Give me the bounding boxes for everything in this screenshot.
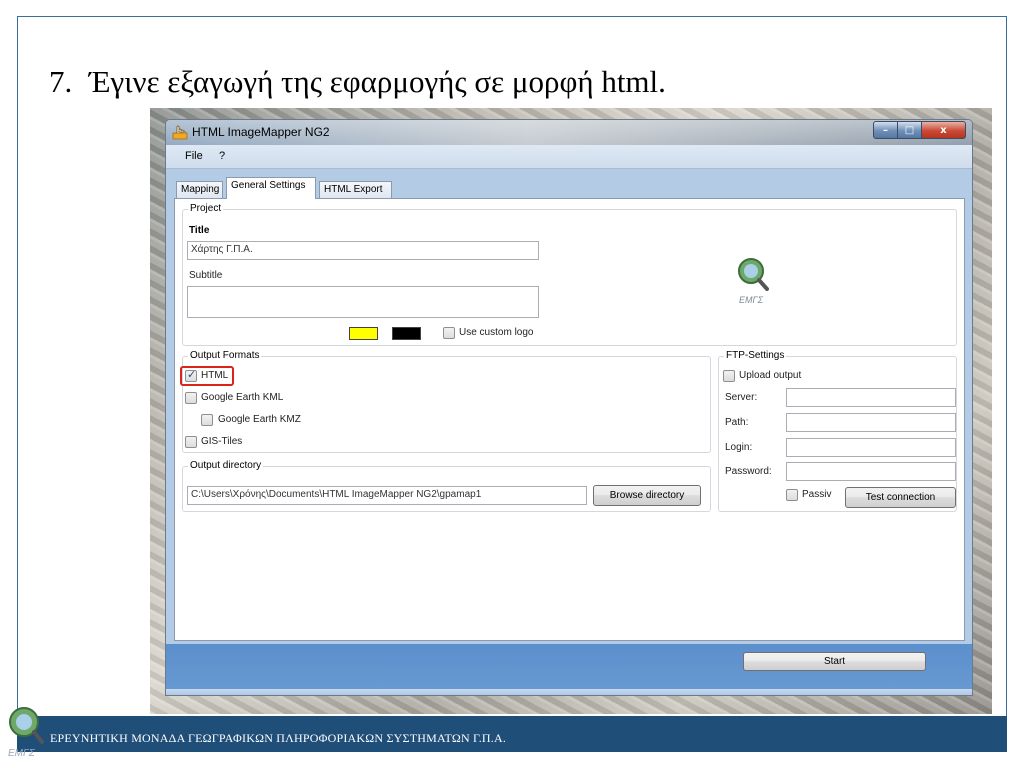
output-directory-input[interactable]: C:\Users\Χρόνης\Documents\HTML ImageMapp… <box>187 486 587 505</box>
menu-help[interactable]: ? <box>219 150 225 162</box>
emgs-logo-icon: ΕΜΓΣ <box>738 258 769 305</box>
subtitle-label: Subtitle <box>189 270 223 281</box>
tab-mapping[interactable]: Mapping <box>176 181 223 198</box>
kml-label: Google Earth KML <box>201 392 284 403</box>
window-title: HTML ImageMapper NG2 <box>192 125 330 139</box>
kml-checkbox[interactable] <box>185 392 197 404</box>
client-area: Mapping General Settings HTML Export Pro… <box>166 169 972 695</box>
output-formats-title: Output Formats <box>188 350 262 361</box>
app-window: HTML ImageMapper NG2 – □ x File ? Mappin… <box>165 119 973 696</box>
project-group: Project Title Χάρτης Γ.Π.Α. Subtitle Use… <box>182 203 957 346</box>
svg-text:ΕΜΓΣ: ΕΜΓΣ <box>739 295 764 305</box>
server-input[interactable] <box>786 388 956 407</box>
title-color-swatch[interactable] <box>349 327 378 340</box>
emgs-footer-logo-icon: ΕΜΓΣ <box>8 707 44 759</box>
output-directory-title: Output directory <box>188 460 264 471</box>
tab-html-export[interactable]: HTML Export <box>319 181 392 198</box>
gis-tiles-checkbox[interactable] <box>185 436 197 448</box>
server-label: Server: <box>725 392 758 403</box>
gis-tiles-label: GIS-Tiles <box>201 436 243 447</box>
test-connection-button[interactable]: Test connection <box>845 487 956 508</box>
slide-heading: 7. Έγινε εξαγωγή της εφαρμογής σε μορφή h… <box>49 64 666 100</box>
login-label: Login: <box>725 442 753 453</box>
status-bar <box>166 689 972 695</box>
start-button[interactable]: Start <box>743 652 926 671</box>
heading-number: 7. <box>49 64 73 99</box>
output-directory-group: Output directory C:\Users\Χρόνης\Documen… <box>182 460 711 512</box>
subtitle-input[interactable] <box>187 286 539 318</box>
kmz-label: Google Earth KMZ <box>218 414 301 425</box>
menu-bar: File ? <box>166 145 972 169</box>
title-input[interactable]: Χάρτης Γ.Π.Α. <box>187 241 539 260</box>
title-bar[interactable]: HTML ImageMapper NG2 – □ x <box>166 120 972 145</box>
passiv-checkbox[interactable] <box>786 489 798 501</box>
html-checkbox[interactable] <box>185 368 197 382</box>
password-label: Password: <box>725 466 772 477</box>
footer-text: ΕΡΕΥΝΗΤΙΚΗ ΜΟΝΑΔΑ ΓΕΩΓΡΑΦΙΚΩΝ ΠΛΗΡΟΦΟΡΙΑ… <box>50 731 507 745</box>
path-label: Path: <box>725 417 749 428</box>
close-button[interactable]: x <box>922 121 966 139</box>
ftp-settings-title: FTP-Settings <box>724 350 787 361</box>
maximize-button[interactable]: □ <box>898 121 922 139</box>
browse-directory-button[interactable]: Browse directory <box>593 485 701 506</box>
kmz-checkbox[interactable] <box>201 414 213 426</box>
login-input[interactable] <box>786 438 956 457</box>
use-custom-logo-checkbox[interactable] <box>443 327 455 339</box>
use-custom-logo-label: Use custom logo <box>459 327 534 338</box>
path-input[interactable] <box>786 413 956 432</box>
ftp-settings-group: FTP-Settings Upload output Server: Path:… <box>718 350 957 512</box>
menu-file[interactable]: File <box>185 150 203 162</box>
password-input[interactable] <box>786 462 956 481</box>
html-label: HTML <box>201 370 229 381</box>
output-formats-group: Output Formats HTML Google Earth KML Goo… <box>180 350 711 453</box>
passiv-label: Passiv <box>802 489 832 500</box>
footer-logo-text: ΕΜΓΣ <box>8 748 36 759</box>
tab-general-settings[interactable]: General Settings <box>226 177 316 199</box>
upload-output-checkbox[interactable] <box>723 370 735 382</box>
background-color-swatch[interactable] <box>392 327 421 340</box>
title-label: Title <box>189 225 210 236</box>
hand-pointer-icon <box>172 125 188 140</box>
upload-output-label: Upload output <box>739 370 802 381</box>
minimize-button[interactable]: – <box>873 121 898 139</box>
general-settings-page: Project Title Χάρτης Γ.Π.Α. Subtitle Use… <box>174 198 965 641</box>
project-group-title: Project <box>188 203 224 214</box>
heading-text: Έγινε εξαγωγή της εφαρμογής σε μορφή htm… <box>89 64 666 99</box>
